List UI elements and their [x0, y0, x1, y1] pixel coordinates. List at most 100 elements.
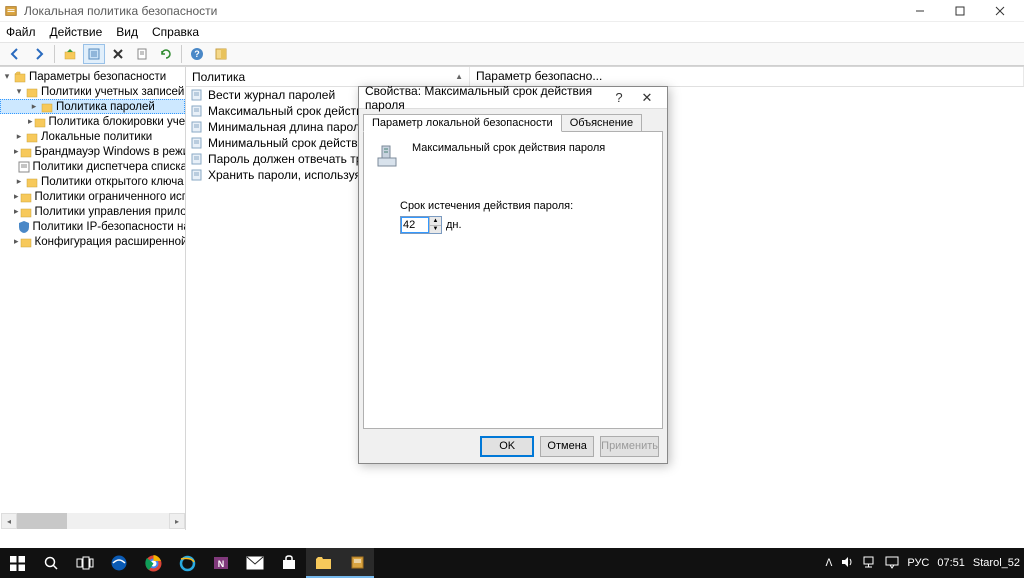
folder-icon	[19, 205, 33, 219]
server-policy-icon	[374, 142, 402, 170]
back-button[interactable]	[4, 44, 26, 64]
tree-item[interactable]: ▸ Конфигурация расширенной пол	[0, 234, 185, 249]
secpol-taskbar-icon[interactable]	[340, 548, 374, 578]
tray-chevron-up-icon[interactable]: ᐱ	[826, 558, 833, 569]
tray-language[interactable]: РУС	[907, 557, 929, 569]
tree-item[interactable]: Политики IP-безопасности на "Ло	[0, 219, 185, 234]
ie-icon[interactable]	[170, 548, 204, 578]
security-root-icon	[12, 70, 27, 84]
tree-item-label: Конфигурация расширенной пол	[35, 236, 186, 248]
tab-label: Параметр локальной безопасности	[372, 117, 553, 129]
tree-item-label: Политики управления приложени	[35, 206, 186, 218]
action-center-icon[interactable]	[885, 555, 899, 572]
tree-item-label: Политики IP-безопасности на "Ло	[33, 221, 186, 233]
menu-file[interactable]: Файл	[6, 25, 36, 39]
tree-item-selected[interactable]: ▸ Политика паролей	[0, 99, 185, 114]
menu-action[interactable]: Действие	[50, 25, 103, 39]
collapse-icon[interactable]: ▸	[14, 131, 24, 142]
spin-up-button[interactable]: ▲	[429, 217, 441, 226]
forward-button[interactable]	[28, 44, 50, 64]
onenote-icon[interactable]: N	[204, 548, 238, 578]
minimize-button[interactable]	[900, 0, 940, 22]
folder-icon	[39, 100, 54, 114]
tree-item[interactable]: ▾ Политики учетных записей	[0, 84, 185, 99]
network-icon[interactable]	[862, 555, 877, 572]
file-explorer-icon[interactable]	[306, 548, 340, 578]
properties-button[interactable]	[83, 44, 105, 64]
tree-root[interactable]: ▾ Параметры безопасности	[0, 69, 185, 84]
tree-item-label: Брандмауэр Windows в режиме п	[35, 146, 186, 158]
up-button[interactable]	[59, 44, 81, 64]
task-view-icon[interactable]	[68, 548, 102, 578]
folder-icon	[19, 145, 33, 159]
action-pane-button[interactable]	[210, 44, 232, 64]
tab-local-security[interactable]: Параметр локальной безопасности	[363, 114, 562, 132]
refresh-button[interactable]	[155, 44, 177, 64]
list-icon	[17, 160, 31, 174]
tray-clock[interactable]: 07:51	[937, 557, 965, 569]
tree-item[interactable]: Политики диспетчера списка сете	[0, 159, 185, 174]
dialog-button-row: OK Отмена Применить	[359, 429, 667, 463]
tree-item[interactable]: ▸ Политика блокировки учетной	[0, 114, 185, 129]
window-bottom-gap	[0, 530, 1024, 548]
mail-icon[interactable]	[238, 548, 272, 578]
title-bar: Локальная политика безопасности	[0, 0, 1024, 22]
help-button[interactable]: ?	[186, 44, 208, 64]
shield-icon	[17, 220, 31, 234]
tree-item-label: Политики диспетчера списка сете	[33, 161, 186, 173]
tab-explanation[interactable]: Объяснение	[561, 114, 642, 131]
toolbar-separator	[181, 45, 182, 63]
sort-asc-icon: ▲	[455, 72, 463, 81]
menu-help[interactable]: Справка	[152, 25, 199, 39]
scroll-right-button[interactable]: ▸	[169, 513, 185, 529]
scroll-left-button[interactable]: ◂	[1, 513, 17, 529]
start-button[interactable]	[0, 548, 34, 578]
ok-button[interactable]: OK	[480, 436, 534, 457]
dialog-close-button[interactable]: ✕	[633, 90, 661, 106]
collapse-icon[interactable]: ▸	[29, 101, 39, 112]
dialog-help-button[interactable]: ?	[605, 90, 633, 105]
apply-button[interactable]: Применить	[600, 436, 659, 457]
folder-icon	[24, 85, 39, 99]
scroll-track[interactable]	[67, 513, 169, 529]
expiry-field-label: Срок истечения действия пароля:	[400, 200, 652, 212]
tree-item[interactable]: ▸ Политики открытого ключа	[0, 174, 185, 189]
chrome-icon[interactable]	[136, 548, 170, 578]
dialog-titlebar[interactable]: Свойства: Максимальный срок действия пар…	[359, 87, 667, 109]
spin-down-button[interactable]: ▼	[429, 226, 441, 234]
maximize-button[interactable]	[940, 0, 980, 22]
column-param-label: Параметр безопасно...	[476, 69, 602, 83]
tray-user[interactable]: Starol_52	[973, 557, 1020, 569]
column-policy-label: Политика	[192, 70, 245, 84]
tree-item[interactable]: ▸ Политики ограниченного использ	[0, 189, 185, 204]
system-tray: ᐱ РУС 07:51 Starol_52	[826, 555, 1024, 572]
tree-item-label: Политики учетных записей	[41, 86, 184, 98]
search-icon[interactable]	[34, 548, 68, 578]
volume-icon[interactable]	[840, 555, 854, 572]
list-header: Политика ▲ Параметр безопасно...	[186, 67, 1024, 87]
tree-hscrollbar[interactable]: ◂ ▸	[1, 513, 185, 529]
menu-view[interactable]: Вид	[116, 25, 138, 39]
policy-header: Максимальный срок действия пароля	[374, 142, 652, 170]
close-button[interactable]	[980, 0, 1020, 22]
tree-item[interactable]: ▸ Политики управления приложени	[0, 204, 185, 219]
scroll-thumb[interactable]	[17, 513, 67, 529]
properties-dialog: Свойства: Максимальный срок действия пар…	[358, 86, 668, 464]
expand-icon[interactable]: ▾	[2, 71, 12, 82]
svg-text:N: N	[218, 559, 225, 569]
store-icon[interactable]	[272, 548, 306, 578]
expiry-spinner[interactable]: ▲ ▼	[400, 216, 442, 234]
collapse-icon[interactable]: ▸	[14, 176, 24, 187]
expiry-input[interactable]	[401, 217, 429, 233]
cancel-button[interactable]: Отмена	[540, 436, 594, 457]
delete-button[interactable]	[107, 44, 129, 64]
tab-label: Объяснение	[570, 117, 633, 129]
dialog-body: Максимальный срок действия пароля Срок и…	[363, 131, 663, 429]
expand-icon[interactable]: ▾	[14, 86, 24, 97]
tree-item[interactable]: ▸ Локальные политики	[0, 129, 185, 144]
tree-item[interactable]: ▸ Брандмауэр Windows в режиме п	[0, 144, 185, 159]
export-button[interactable]	[131, 44, 153, 64]
folder-icon	[19, 235, 33, 249]
edge-icon[interactable]	[102, 548, 136, 578]
tree-item-label: Локальные политики	[41, 131, 152, 143]
